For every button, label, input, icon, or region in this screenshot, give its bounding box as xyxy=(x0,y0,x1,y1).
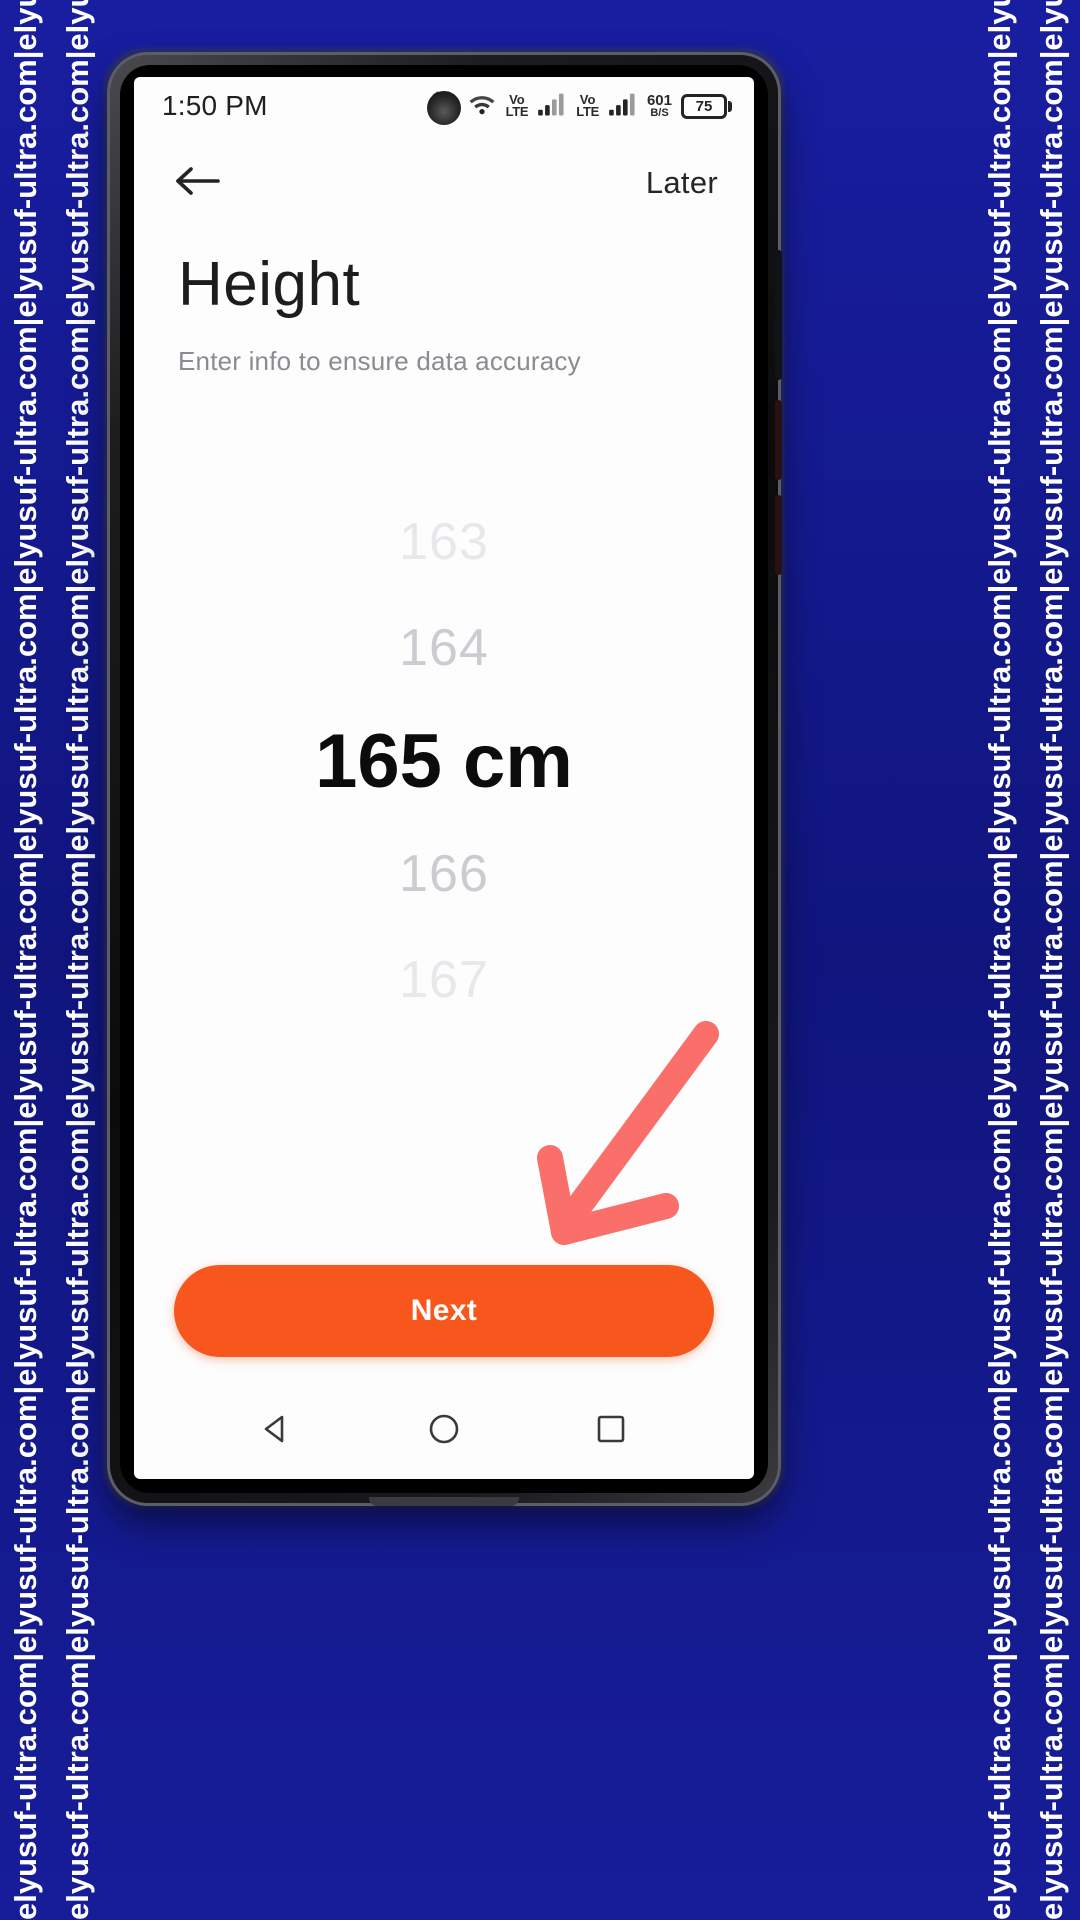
back-button[interactable] xyxy=(174,155,238,211)
picker-option[interactable]: 163 xyxy=(399,489,489,595)
screenshot-backdrop: elyusuf-ultra.com|elyusuf-ultra.com|elyu… xyxy=(0,0,1080,1920)
wifi-icon xyxy=(467,91,497,122)
signal-sim2-icon xyxy=(608,91,638,122)
network-speed-indicator: 601 B/S xyxy=(646,92,672,119)
watermark-left: elyusuf-ultra.com|elyusuf-ultra.com|elyu… xyxy=(0,0,106,1920)
title-block: Height Enter info to ensure data accurac… xyxy=(134,231,754,377)
battery-icon: 75 xyxy=(681,93,732,119)
height-picker[interactable]: 163 164 165 cm 166 167 xyxy=(134,377,754,1265)
back-triangle-icon[interactable] xyxy=(257,1409,297,1454)
picker-option[interactable]: 166 xyxy=(399,821,489,927)
phone-screen: 1:50 PM Vo LTE Vo LTE 601 B/S 75 Later H… xyxy=(134,77,754,1479)
watermark-right: elyusuf-ultra.com|elyusuf-ultra.com|elyu… xyxy=(974,0,1080,1920)
status-time: 1:50 PM xyxy=(162,90,268,121)
status-icon-group: Vo LTE Vo LTE 601 B/S 75 xyxy=(428,89,732,124)
later-button[interactable]: Later xyxy=(646,165,718,201)
app-header: Later xyxy=(134,135,754,231)
volume-down-button[interactable] xyxy=(775,495,782,575)
picker-selected-option[interactable]: 165 cm xyxy=(315,701,573,821)
recents-square-icon[interactable] xyxy=(591,1409,631,1454)
cta-container: Next xyxy=(134,1265,754,1383)
status-bar: 1:50 PM Vo LTE Vo LTE 601 B/S 75 xyxy=(134,77,754,135)
watermark-line: elyusuf-ultra.com|elyusuf-ultra.com|elyu… xyxy=(60,0,95,1920)
battery-level-label: 75 xyxy=(681,93,727,119)
home-circle-icon[interactable] xyxy=(424,1409,464,1454)
battery-cap xyxy=(728,100,732,112)
phone-bezel: 1:50 PM Vo LTE Vo LTE 601 B/S 75 Later H… xyxy=(120,65,768,1493)
page-title: Height xyxy=(178,250,361,319)
watermark-line: elyusuf-ultra.com|elyusuf-ultra.com|elyu… xyxy=(982,0,1017,1920)
next-button[interactable]: Next xyxy=(174,1265,714,1357)
power-button[interactable] xyxy=(775,250,782,380)
page-subtitle: Enter info to ensure data accuracy xyxy=(178,346,581,377)
watermark-line: elyusuf-ultra.com|elyusuf-ultra.com|elyu… xyxy=(1034,0,1069,1920)
picker-option[interactable]: 164 xyxy=(399,595,489,701)
android-navigation-bar xyxy=(134,1383,754,1479)
volte-sim1-icon: Vo LTE xyxy=(505,91,529,119)
phone-bottom-notch xyxy=(369,1497,519,1506)
watermark-line: elyusuf-ultra.com|elyusuf-ultra.com|elyu… xyxy=(8,0,43,1920)
phone-device-frame: 1:50 PM Vo LTE Vo LTE 601 B/S 75 Later H… xyxy=(110,55,782,1506)
punch-hole-camera-icon xyxy=(427,91,461,125)
volte-sim2-icon: Vo LTE xyxy=(576,91,599,119)
picker-option[interactable]: 167 xyxy=(399,927,489,1033)
arrow-left-icon xyxy=(174,162,226,205)
volume-up-button[interactable] xyxy=(775,400,782,480)
signal-sim1-icon xyxy=(537,91,567,122)
